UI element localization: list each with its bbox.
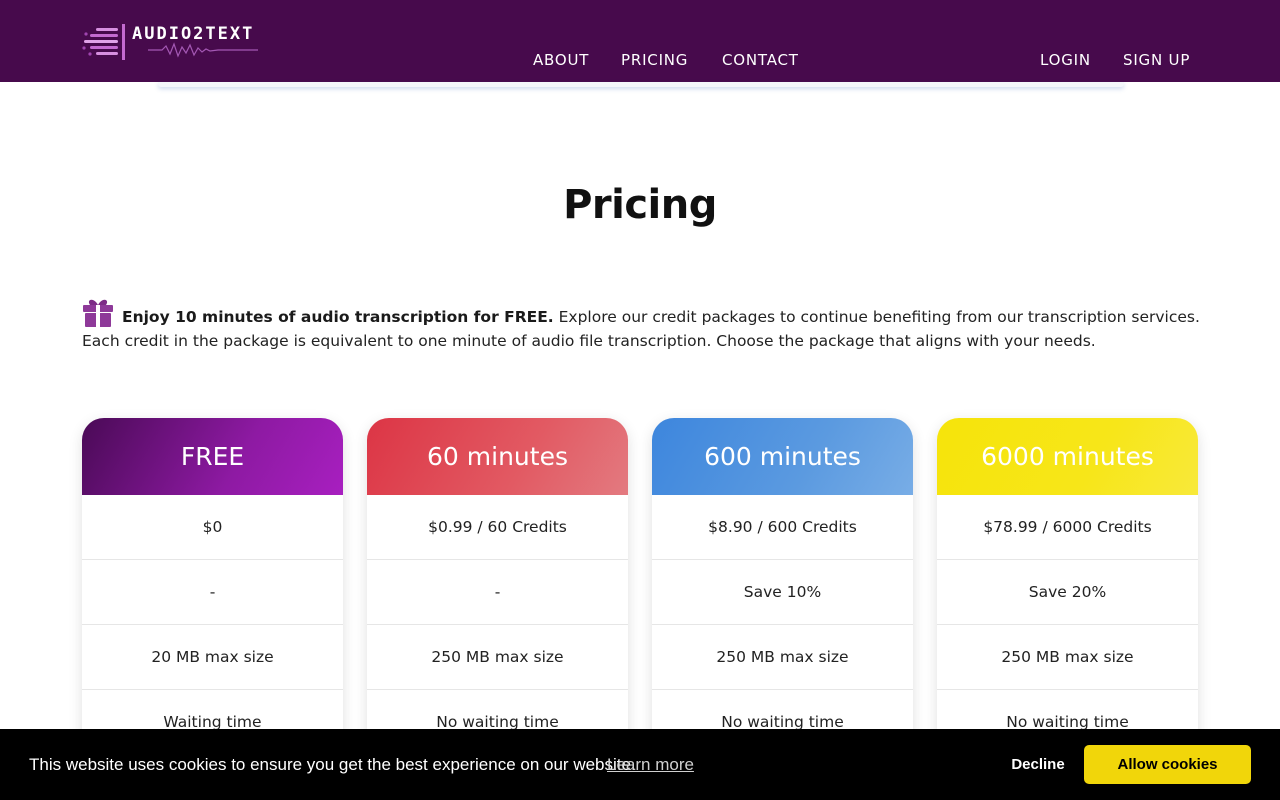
nav-login[interactable]: LOGIN (1040, 51, 1091, 69)
cookie-learn-more-link[interactable]: Learn more (607, 755, 694, 775)
nav-signup[interactable]: SIGN UP (1123, 51, 1190, 69)
plan-card-free[interactable]: FREE $0 - 20 MB max size Waiting time (82, 418, 343, 748)
nav-pricing[interactable]: PRICING (621, 51, 688, 69)
page-title: Pricing (563, 182, 717, 228)
cookie-allow-button[interactable]: Allow cookies (1084, 745, 1251, 784)
logo-text: AUDIO2TEXT (132, 24, 255, 44)
plan-card-6000[interactable]: 6000 minutes $78.99 / 6000 Credits Save … (937, 418, 1198, 748)
cookie-banner: This website uses cookies to ensure you … (0, 729, 1280, 800)
plan-name: 60 minutes (367, 418, 628, 495)
header-underbar (158, 82, 1124, 87)
plan-card-600[interactable]: 600 minutes $8.90 / 600 Credits Save 10%… (652, 418, 913, 748)
plan-saving: Save 20% (937, 560, 1198, 625)
plan-saving: - (82, 560, 343, 625)
plan-max-size: 250 MB max size (652, 625, 913, 690)
plan-card-60[interactable]: 60 minutes $0.99 / 60 Credits - 250 MB m… (367, 418, 628, 748)
waveform-icon (148, 42, 258, 58)
nav-about[interactable]: ABOUT (533, 51, 589, 69)
audio-logo-icon (82, 24, 125, 60)
intro-highlight: Enjoy 10 minutes of audio transcription … (122, 308, 554, 326)
intro-line-2: Each credit in the package is equivalent… (82, 332, 1096, 350)
plan-saving: - (367, 560, 628, 625)
plan-max-size: 250 MB max size (367, 625, 628, 690)
plan-name: FREE (82, 418, 343, 495)
site-header: AUDIO2TEXT ABOUT PRICING CONTACT LOGIN S… (0, 0, 1280, 82)
nav-contact[interactable]: CONTACT (722, 51, 799, 69)
plan-name: 6000 minutes (937, 418, 1198, 495)
plan-price: $0 (82, 495, 343, 560)
logo[interactable]: AUDIO2TEXT (82, 22, 282, 64)
cookie-message: This website uses cookies to ensure you … (29, 755, 636, 774)
plan-price: $8.90 / 600 Credits (652, 495, 913, 560)
gift-icon (83, 299, 113, 327)
cookie-decline-button[interactable]: Decline (990, 745, 1086, 783)
plan-price: $0.99 / 60 Credits (367, 495, 628, 560)
plan-saving: Save 10% (652, 560, 913, 625)
plan-max-size: 250 MB max size (937, 625, 1198, 690)
plan-name: 600 minutes (652, 418, 913, 495)
intro-line-1: Enjoy 10 minutes of audio transcription … (122, 305, 1200, 329)
plan-price: $78.99 / 6000 Credits (937, 495, 1198, 560)
intro-text: Explore our credit packages to continue … (553, 308, 1200, 326)
plan-max-size: 20 MB max size (82, 625, 343, 690)
